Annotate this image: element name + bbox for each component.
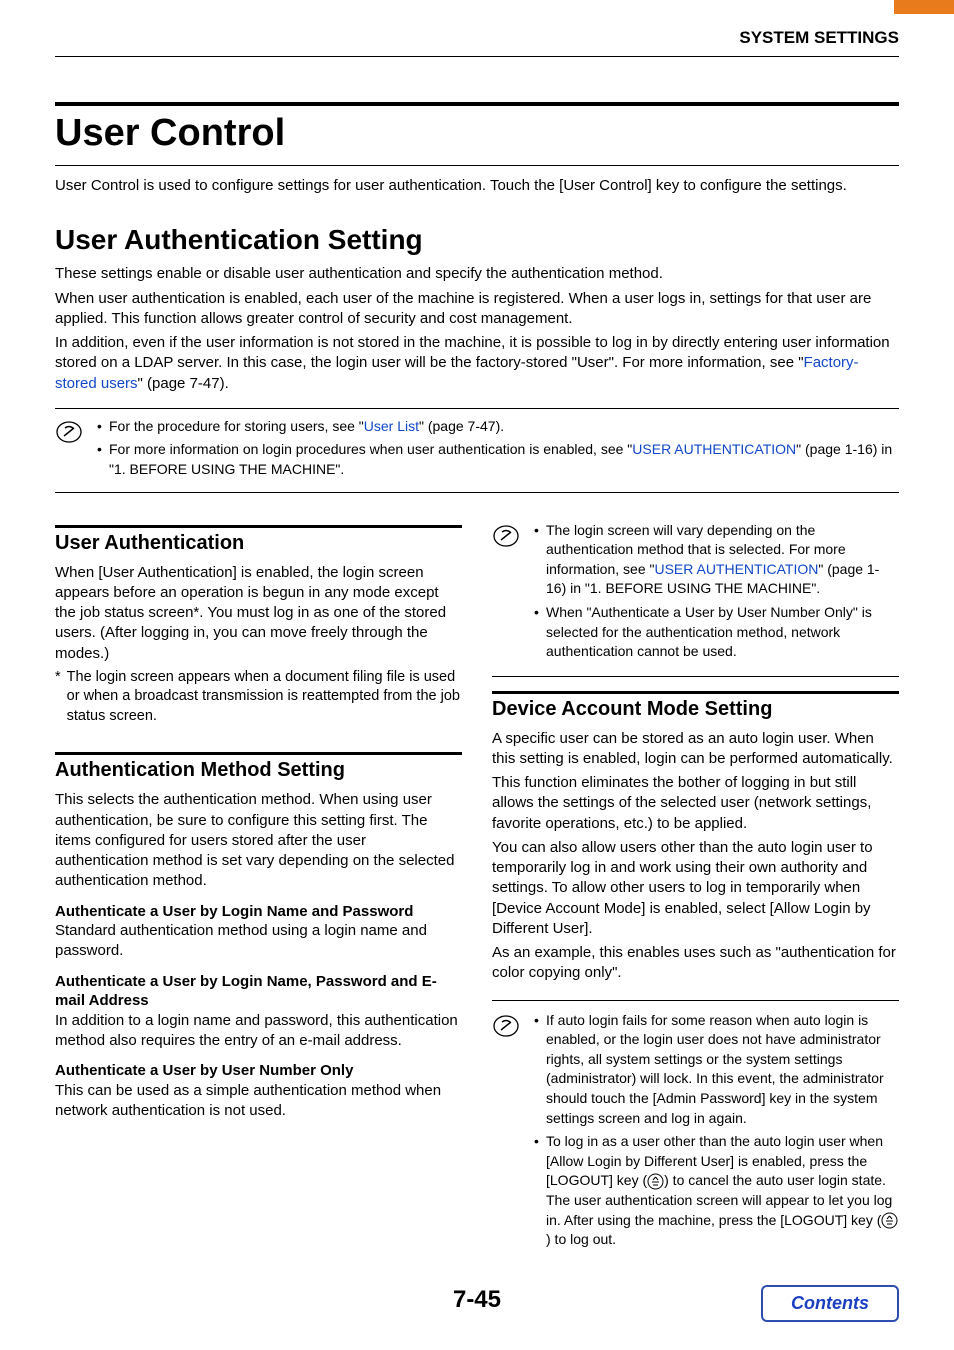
link-user-authentication[interactable]: USER AUTHENTICATION bbox=[654, 561, 818, 577]
note-list: The login screen will vary depending on … bbox=[534, 521, 899, 666]
note-item: For more information on login procedures… bbox=[97, 440, 899, 479]
header-title: SYSTEM SETTINGS bbox=[55, 28, 899, 57]
subsection-heading: User Authentication bbox=[55, 532, 462, 555]
logout-key-icon bbox=[647, 1173, 664, 1190]
note-box: For the procedure for storing users, see… bbox=[55, 408, 899, 493]
note-icon bbox=[55, 417, 83, 484]
page-title: User Control bbox=[55, 102, 899, 166]
link-user-authentication[interactable]: USER AUTHENTICATION bbox=[632, 441, 796, 457]
body-text: These settings enable or disable user au… bbox=[55, 264, 899, 284]
page: SYSTEM SETTINGS User Control User Contro… bbox=[0, 0, 954, 1344]
note-item: For the procedure for storing users, see… bbox=[97, 417, 899, 437]
logout-key-icon bbox=[881, 1212, 898, 1229]
note-box: The login screen will vary depending on … bbox=[492, 521, 899, 677]
intro-paragraph: User Control is used to configure settin… bbox=[55, 176, 899, 196]
body-text: In addition, even if the user informatio… bbox=[55, 333, 899, 394]
footnote-marker: * bbox=[55, 668, 61, 727]
section-heading: User Authentication Setting bbox=[55, 224, 899, 256]
body-text: As an example, this enables uses such as… bbox=[492, 943, 899, 984]
body-text: This function eliminates the bother of l… bbox=[492, 773, 899, 834]
body-text: When user authentication is enabled, eac… bbox=[55, 289, 899, 330]
body-text: You can also allow users other than the … bbox=[492, 838, 899, 939]
body-text: This can be used as a simple authenticat… bbox=[55, 1081, 462, 1122]
text-run: " (page 7-47). bbox=[138, 375, 229, 392]
left-column: User Authentication When [User Authentic… bbox=[55, 511, 462, 1264]
note-box: If auto login fails for some reason when… bbox=[492, 1000, 899, 1254]
rule bbox=[492, 691, 899, 694]
link-user-list[interactable]: User List bbox=[364, 418, 419, 434]
rule bbox=[55, 752, 462, 755]
option-heading: Authenticate a User by Login Name and Pa… bbox=[55, 902, 462, 922]
text-run: For more information on login procedures… bbox=[109, 441, 632, 457]
body-text: In addition to a login name and password… bbox=[55, 1011, 462, 1052]
body-text: Standard authentication method using a l… bbox=[55, 921, 462, 962]
right-column: The login screen will vary depending on … bbox=[492, 511, 899, 1264]
body-text: A specific user can be stored as an auto… bbox=[492, 729, 899, 770]
note-icon bbox=[492, 1011, 520, 1254]
note-item: When "Authenticate a User by User Number… bbox=[534, 603, 899, 662]
body-text: This selects the authentication method. … bbox=[55, 790, 462, 891]
footnote: * The login screen appears when a docume… bbox=[55, 668, 462, 727]
note-icon bbox=[492, 521, 520, 666]
text-run: " (page 7-47). bbox=[419, 418, 504, 434]
body-text: When [User Authentication] is enabled, t… bbox=[55, 563, 462, 664]
subsection-heading: Authentication Method Setting bbox=[55, 759, 462, 782]
option-heading: Authenticate a User by User Number Only bbox=[55, 1061, 462, 1081]
note-list: If auto login fails for some reason when… bbox=[534, 1011, 899, 1254]
text-run: ) to log out. bbox=[546, 1231, 616, 1247]
contents-button[interactable]: Contents bbox=[761, 1285, 899, 1322]
footnote-text: The login screen appears when a document… bbox=[67, 668, 462, 727]
text-run: In addition, even if the user informatio… bbox=[55, 334, 890, 371]
subsection-heading: Device Account Mode Setting bbox=[492, 698, 899, 721]
note-item: If auto login fails for some reason when… bbox=[534, 1011, 899, 1129]
option-heading: Authenticate a User by Login Name, Passw… bbox=[55, 972, 462, 1011]
note-item: To log in as a user other than the auto … bbox=[534, 1132, 899, 1250]
note-item: The login screen will vary depending on … bbox=[534, 521, 899, 599]
text-run: For the procedure for storing users, see… bbox=[109, 418, 364, 434]
rule bbox=[55, 525, 462, 528]
note-list: For the procedure for storing users, see… bbox=[97, 417, 899, 484]
